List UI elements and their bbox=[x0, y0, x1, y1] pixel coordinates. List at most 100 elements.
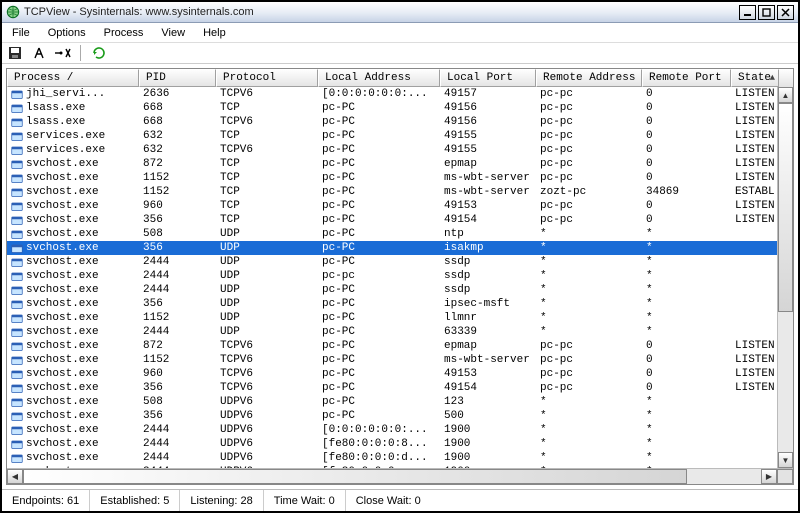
cell-pid: 2444 bbox=[139, 269, 216, 283]
menu-view[interactable]: View bbox=[153, 25, 193, 41]
close-connection-icon[interactable] bbox=[54, 44, 72, 62]
cell-proto: UDPV6 bbox=[216, 423, 318, 437]
cell-lport: 49156 bbox=[440, 101, 536, 115]
table-row[interactable]: services.exe632TCPpc-PC49155pc-pc0LISTEN bbox=[7, 129, 793, 143]
table-row[interactable]: svchost.exe356TCPpc-PC49154pc-pc0LISTEN bbox=[7, 213, 793, 227]
table-row[interactable]: svchost.exe2444UDPpc-PCssdp** bbox=[7, 283, 793, 297]
table-row[interactable]: jhi_servi...2636TCPV6[0:0:0:0:0:0:...491… bbox=[7, 87, 793, 101]
cell-process: lsass.exe bbox=[7, 101, 139, 115]
cell-process: svchost.exe bbox=[7, 339, 139, 353]
horizontal-scrollbar[interactable]: ◀ ▶ bbox=[7, 468, 793, 484]
cell-rport: * bbox=[642, 395, 731, 409]
column-header-laddr[interactable]: Local Address bbox=[318, 69, 440, 87]
toolbar bbox=[2, 42, 798, 64]
column-header-state[interactable]: State▲ bbox=[731, 69, 779, 87]
table-row[interactable]: svchost.exe2444UDPpc-PC63339** bbox=[7, 325, 793, 339]
table-row[interactable]: svchost.exe1152TCPV6pc-PCms-wbt-serverpc… bbox=[7, 353, 793, 367]
cell-laddr: pc-PC bbox=[318, 143, 440, 157]
cell-state: LISTEN bbox=[731, 143, 779, 157]
cell-proto: TCPV6 bbox=[216, 143, 318, 157]
table-row[interactable]: svchost.exe508UDPV6pc-PC123** bbox=[7, 395, 793, 409]
table-row[interactable]: lsass.exe668TCPV6pc-PC49156pc-pc0LISTEN bbox=[7, 115, 793, 129]
cell-process: svchost.exe bbox=[7, 297, 139, 311]
table-row[interactable]: svchost.exe2444UDPpc-PCssdp** bbox=[7, 255, 793, 269]
refresh-icon[interactable] bbox=[90, 44, 108, 62]
process-icon bbox=[11, 172, 23, 184]
table-row[interactable]: svchost.exe1152TCPpc-PCms-wbt-serverzozt… bbox=[7, 185, 793, 199]
cell-pid: 508 bbox=[139, 395, 216, 409]
minimize-button[interactable] bbox=[739, 5, 756, 20]
table-row[interactable]: svchost.exe2444UDPV6[fe80:0:0:0:8...1900… bbox=[7, 437, 793, 451]
status-closewait: Close Wait: 0 bbox=[346, 490, 798, 511]
cell-process: lsass.exe bbox=[7, 115, 139, 129]
cell-rport: * bbox=[642, 437, 731, 451]
table-row[interactable]: svchost.exe356UDPpc-PCisakmp** bbox=[7, 241, 793, 255]
titlebar[interactable]: TCPView - Sysinternals: www.sysinternals… bbox=[2, 2, 798, 23]
table-row[interactable]: svchost.exe2444UDPV6[0:0:0:0:0:0:...1900… bbox=[7, 423, 793, 437]
table-row[interactable]: svchost.exe508UDPpc-PCntp** bbox=[7, 227, 793, 241]
cell-rport: 0 bbox=[642, 101, 731, 115]
column-header-lport[interactable]: Local Port bbox=[440, 69, 536, 87]
scroll-thumb[interactable] bbox=[778, 103, 793, 312]
process-icon bbox=[11, 242, 23, 254]
table-row[interactable]: svchost.exe872TCPV6pc-PCepmappc-pc0LISTE… bbox=[7, 339, 793, 353]
cell-proto: UDP bbox=[216, 255, 318, 269]
cell-laddr: pc-PC bbox=[318, 353, 440, 367]
scroll-track[interactable] bbox=[778, 103, 793, 452]
table-row[interactable]: services.exe632TCPV6pc-PC49155pc-pc0LIST… bbox=[7, 143, 793, 157]
hscroll-thumb[interactable] bbox=[23, 469, 687, 484]
cell-raddr: pc-pc bbox=[536, 367, 642, 381]
process-icon bbox=[11, 340, 23, 352]
vertical-scrollbar[interactable]: ▲ ▼ bbox=[777, 87, 793, 468]
menu-options[interactable]: Options bbox=[40, 25, 94, 41]
cell-rport: 0 bbox=[642, 339, 731, 353]
menu-file[interactable]: File bbox=[4, 25, 38, 41]
cell-state: LISTEN bbox=[731, 367, 779, 381]
table-row[interactable]: lsass.exe668TCPpc-PC49156pc-pc0LISTEN bbox=[7, 101, 793, 115]
save-icon[interactable] bbox=[6, 44, 24, 62]
column-header-rport[interactable]: Remote Port bbox=[642, 69, 731, 87]
process-icon bbox=[11, 368, 23, 380]
cell-pid: 2444 bbox=[139, 283, 216, 297]
table-row[interactable]: svchost.exe356UDPpc-PCipsec-msft** bbox=[7, 297, 793, 311]
maximize-button[interactable] bbox=[758, 5, 775, 20]
hscroll-track[interactable] bbox=[23, 469, 761, 484]
table-row[interactable]: svchost.exe960TCPV6pc-PC49153pc-pc0LISTE… bbox=[7, 367, 793, 381]
scroll-right-button[interactable]: ▶ bbox=[761, 469, 777, 484]
table-row[interactable]: svchost.exe1152UDPpc-PCllmnr** bbox=[7, 311, 793, 325]
scroll-left-button[interactable]: ◀ bbox=[7, 469, 23, 484]
table-row[interactable]: svchost.exe960TCPpc-PC49153pc-pc0LISTEN bbox=[7, 199, 793, 213]
close-button[interactable] bbox=[777, 5, 794, 20]
toolbar-separator bbox=[80, 45, 82, 61]
table-row[interactable]: svchost.exe872TCPpc-PCepmappc-pc0LISTEN bbox=[7, 157, 793, 171]
cell-process: svchost.exe bbox=[7, 423, 139, 437]
cell-state: LISTEN bbox=[731, 339, 779, 353]
table-row[interactable]: svchost.exe2444UDPV6[fe80:0:0:0:d...1900… bbox=[7, 451, 793, 465]
cell-pid: 872 bbox=[139, 339, 216, 353]
column-header-pid[interactable]: PID bbox=[139, 69, 216, 87]
statusbar: Endpoints: 61 Established: 5 Listening: … bbox=[2, 489, 798, 511]
cell-laddr: [0:0:0:0:0:0:... bbox=[318, 423, 440, 437]
cell-state: LISTEN bbox=[731, 353, 779, 367]
table-row[interactable]: svchost.exe2444UDPV6[fe80:0:0:0:e...1900… bbox=[7, 465, 793, 468]
column-header-process[interactable]: Process / bbox=[7, 69, 139, 87]
scroll-down-button[interactable]: ▼ bbox=[778, 452, 793, 468]
scroll-up-button[interactable]: ▲ bbox=[778, 87, 793, 103]
menu-help[interactable]: Help bbox=[195, 25, 234, 41]
process-name: svchost.exe bbox=[26, 339, 99, 353]
table-row[interactable]: svchost.exe1152TCPpc-PCms-wbt-serverpc-p… bbox=[7, 171, 793, 185]
process-name: svchost.exe bbox=[26, 213, 99, 227]
table-row[interactable]: svchost.exe356TCPV6pc-PC49154pc-pc0LISTE… bbox=[7, 381, 793, 395]
cell-process: svchost.exe bbox=[7, 367, 139, 381]
table-row[interactable]: svchost.exe2444UDPpc-pcssdp** bbox=[7, 269, 793, 283]
process-name: svchost.exe bbox=[26, 157, 99, 171]
cell-pid: 356 bbox=[139, 213, 216, 227]
cell-laddr: pc-PC bbox=[318, 311, 440, 325]
cell-rport: 0 bbox=[642, 213, 731, 227]
text-icon[interactable] bbox=[30, 44, 48, 62]
cell-process: svchost.exe bbox=[7, 395, 139, 409]
column-header-proto[interactable]: Protocol bbox=[216, 69, 318, 87]
menu-process[interactable]: Process bbox=[96, 25, 152, 41]
table-row[interactable]: svchost.exe356UDPV6pc-PC500** bbox=[7, 409, 793, 423]
column-header-raddr[interactable]: Remote Address bbox=[536, 69, 642, 87]
